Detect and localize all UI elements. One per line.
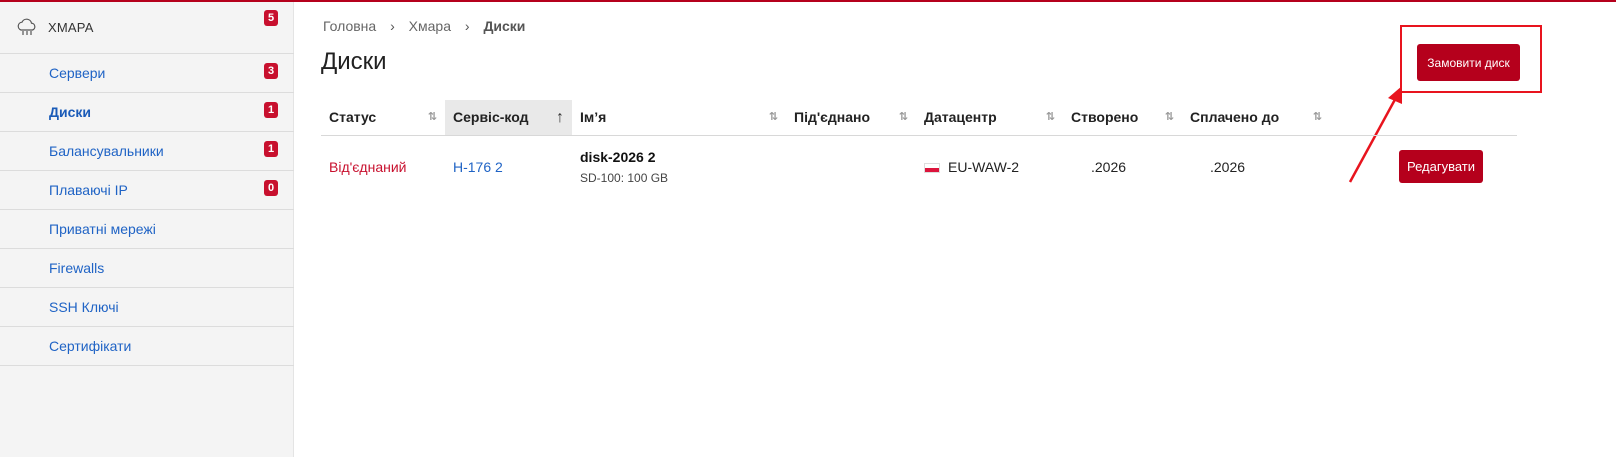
sidebar-item-ssh-keys[interactable]: SSH Ключі [0,288,294,327]
sidebar: ХМАРА 5 Сервери 3 Диски 1 Балансувальник… [0,2,294,457]
order-disk-button[interactable]: Замовити диск [1417,44,1520,81]
name-cell: disk-2026 2 SD-100: 100 GB [572,136,786,198]
sort-icon: ⇅ [1164,111,1174,123]
sort-ascending-icon: ↑ [556,109,564,126]
sort-icon: ⇅ [1045,111,1055,123]
count-badge: 3 [264,63,278,79]
datacenter-label: EU-WAW-2 [948,159,1020,175]
column-header-name[interactable]: Ім’я ⇅ [572,100,786,135]
count-badge: 1 [264,141,278,157]
sort-icon: ⇅ [898,111,908,123]
column-header-datacenter[interactable]: Датацентр ⇅ [916,100,1063,135]
datacenter-cell: EU-WAW-2 [916,136,1063,198]
service-code-link[interactable]: H-176 2 [445,136,572,198]
breadcrumb-section[interactable]: Хмара [409,18,451,34]
poland-flag-icon [924,163,940,174]
breadcrumb-current: Диски [483,18,526,35]
sidebar-title: ХМАРА [48,20,94,35]
sidebar-item-label: Приватні мережі [49,221,156,237]
sidebar-item-private-networks[interactable]: Приватні мережі [0,210,294,249]
sidebar-item-load-balancers[interactable]: Балансувальники 1 [0,132,294,171]
sidebar-item-label: Плаваючі IP [49,182,128,198]
created-cell: .2026 [1091,159,1127,175]
sidebar-item-label: SSH Ключі [49,299,119,315]
sort-icon: ⇅ [427,111,437,123]
table-header: Статус ⇅ Сервіс-код ↑ Ім’я ⇅ Під'єднано … [321,100,1517,136]
sidebar-item-servers[interactable]: Сервери 3 [0,54,294,93]
paid-until-cell: .2026 [1210,159,1246,175]
breadcrumb: Головна › Хмара › Диски [323,17,525,34]
disk-name: disk-2026 2 [580,149,656,165]
sidebar-item-label: Диски [49,104,91,120]
sidebar-menu: Сервери 3 Диски 1 Балансувальники 1 Плав… [0,54,294,366]
sidebar-header-badge: 5 [264,10,278,26]
column-header-service-code[interactable]: Сервіс-код ↑ [445,100,572,135]
status-cell: Від'єднаний [329,159,407,175]
table-row: Від'єднаний H-176 2 disk-2026 2 SD-100: … [321,136,1517,198]
page-title: Диски [321,48,387,75]
column-header-status[interactable]: Статус ⇅ [321,100,445,135]
count-badge: 1 [264,102,278,118]
column-header-attached[interactable]: Під'єднано ⇅ [786,100,916,135]
sidebar-item-certificates[interactable]: Сертифікати [0,327,294,366]
sidebar-item-label: Firewalls [49,260,105,276]
sidebar-header[interactable]: ХМАРА 5 [0,2,294,54]
sidebar-item-disks[interactable]: Диски 1 [0,93,294,132]
sidebar-item-floating-ip[interactable]: Плаваючі IP 0 [0,171,294,210]
chevron-right-icon: › [390,18,395,35]
chevron-right-icon: › [464,18,470,35]
column-header-paid-until[interactable]: Сплачено до ⇅ [1182,100,1330,135]
disk-spec: SD-100: 100 GB [580,171,669,185]
sidebar-item-firewalls[interactable]: Firewalls [0,249,294,288]
count-badge: 0 [264,180,278,196]
sort-icon: ⇅ [1312,111,1322,123]
cloud-icon [17,18,36,35]
attached-cell [786,136,916,198]
column-header-created[interactable]: Створено ⇅ [1063,100,1182,135]
disks-table: Статус ⇅ Сервіс-код ↑ Ім’я ⇅ Під'єднано … [321,100,1517,198]
breadcrumb-home[interactable]: Головна [323,18,376,34]
sort-icon: ⇅ [768,111,778,123]
sidebar-item-label: Балансувальники [49,143,164,159]
sidebar-item-label: Сервери [49,65,106,81]
edit-button[interactable]: Редагувати [1399,150,1483,183]
sidebar-item-label: Сертифікати [49,338,132,354]
